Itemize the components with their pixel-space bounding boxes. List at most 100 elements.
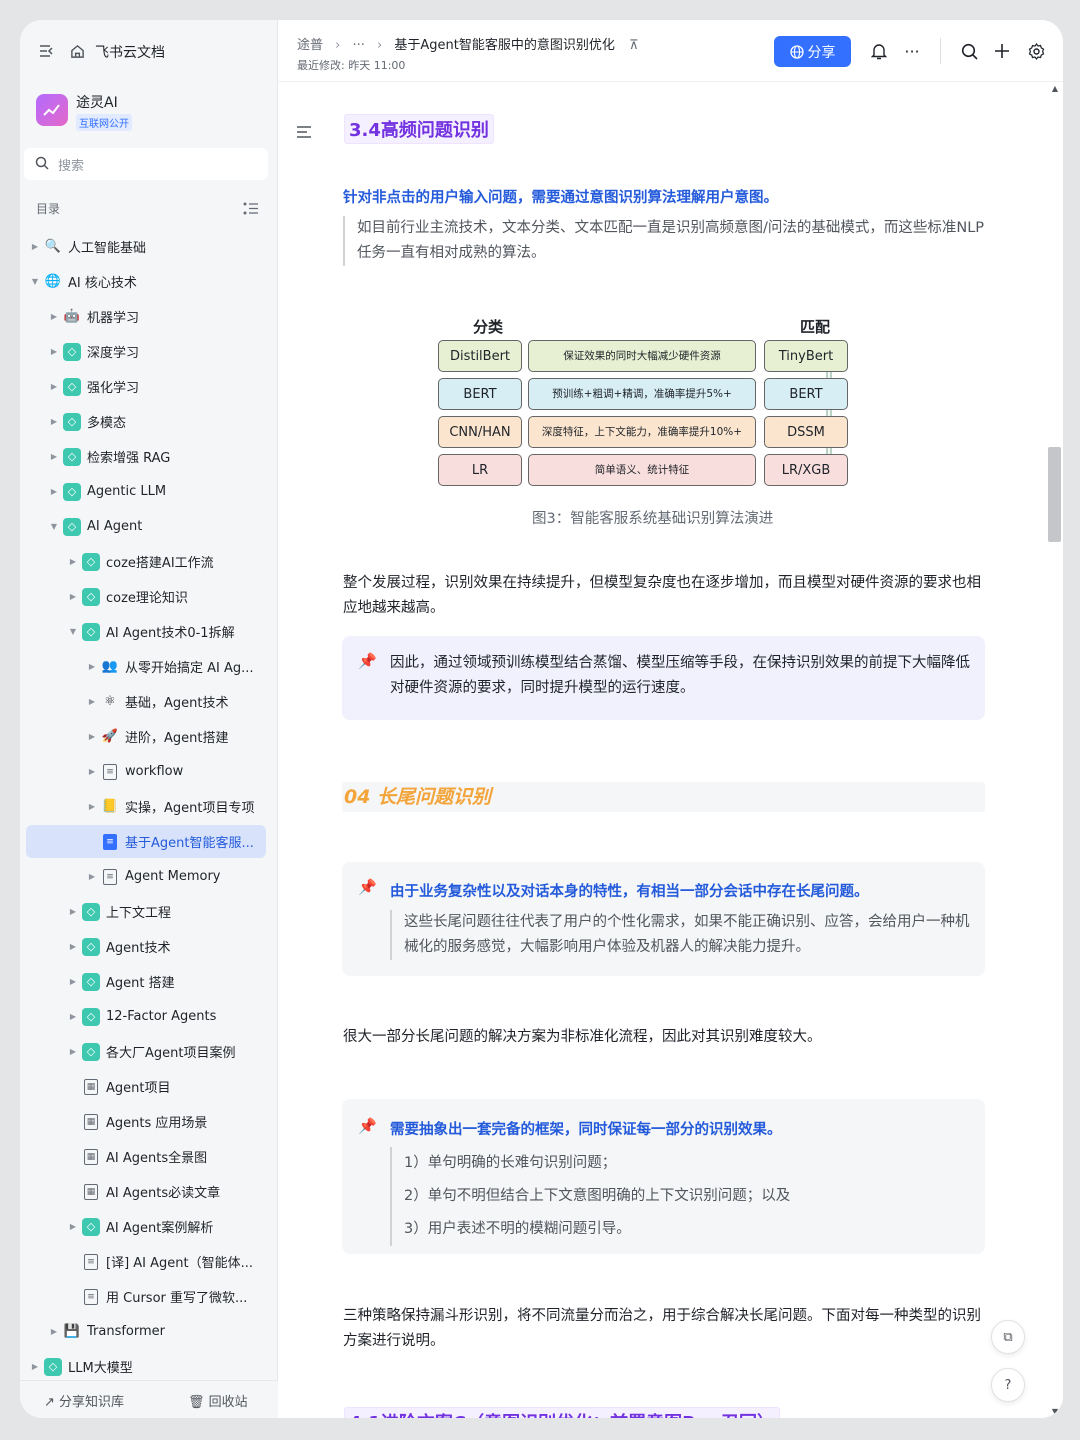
sidebar-item[interactable]: ▼ 🌐 AI 核心技术 [26, 265, 266, 298]
sidebar-item-label: coze搭建AI工作流 [106, 556, 214, 571]
expand-arrow-icon[interactable]: ▶ [49, 487, 59, 496]
plus-icon[interactable] [991, 40, 1013, 62]
sidebar-item[interactable]: ▦ AI Agents全景图 [26, 1140, 266, 1173]
expand-arrow-icon[interactable]: ▶ [87, 732, 97, 741]
expand-arrow-icon[interactable]: ▶ [68, 942, 78, 951]
search-icon[interactable] [958, 40, 980, 62]
copy-link-icon[interactable]: ⧉ [991, 1320, 1025, 1354]
sidebar-item[interactable]: ▶ ◇ 上下文工程 [26, 895, 266, 928]
diagram-box-left: CNN/HAN [438, 416, 522, 448]
doc-icon: ≡ [103, 763, 117, 780]
sidebar-item-label: 检索增强 RAG [87, 451, 171, 466]
expand-arrow-icon[interactable]: ▶ [68, 1012, 78, 1021]
expand-arrow-icon[interactable]: ▶ [49, 1327, 59, 1336]
breadcrumb-more[interactable]: ··· [353, 38, 365, 53]
home-link[interactable]: 飞书云文档 [95, 42, 165, 62]
kb-logo-icon [36, 94, 68, 126]
scroll-down-icon[interactable]: ▼ [1052, 1407, 1058, 1416]
scroll-up-icon[interactable]: ▲ [1052, 84, 1058, 93]
sidebar-item[interactable]: ▶ ◇ coze搭建AI工作流 [26, 545, 266, 578]
collapse-arrow-icon[interactable]: ▼ [68, 627, 78, 636]
expand-arrow-icon[interactable]: ▶ [49, 312, 59, 321]
sidebar-item[interactable]: ▦ AI Agents必读文章 [26, 1175, 266, 1208]
knowledge-icon: ◇ [82, 622, 100, 641]
sidebar-item[interactable]: ▶ ≡ Agent Memory [26, 860, 266, 893]
sidebar-item[interactable]: ▶ ≡ workflow [26, 755, 266, 788]
sidebar-item[interactable]: ▶ ◇ coze理论知识 [26, 580, 266, 613]
expand-arrow-icon[interactable]: ▶ [87, 767, 97, 776]
expand-arrow-icon[interactable]: ▶ [49, 417, 59, 426]
expand-arrow-icon[interactable]: ▶ [87, 662, 97, 671]
sidebar-item[interactable]: ▼ ◇ AI Agent [26, 510, 266, 543]
sidebar-item[interactable]: ≡ 用 Cursor 重写了微软... [26, 1280, 266, 1313]
outline-icon[interactable] [294, 122, 314, 142]
expand-arrow-icon[interactable]: ▶ [49, 347, 59, 356]
note-icon: 📒 [101, 799, 119, 814]
expand-arrow-icon[interactable]: ▶ [68, 1222, 78, 1231]
doc-header: 途普 › ··· › 基于Agent智能客服中的意图识别优化 ⊼ 最近修改: 昨… [278, 20, 1063, 82]
sidebar-item[interactable]: ▼ ◇ AI Agent技术0-1拆解 [26, 615, 266, 648]
collapse-arrow-icon[interactable]: ▼ [49, 522, 59, 531]
sidebar-item[interactable]: ▶ 🔍 人工智能基础 [26, 230, 266, 263]
sidebar-item[interactable]: ▶ ⚛ 基础，Agent技术 [26, 685, 266, 718]
home-icon[interactable] [68, 42, 86, 60]
sidebar-item[interactable]: ▶ ◇ Agent技术 [26, 930, 266, 963]
toc-list-icon[interactable] [242, 200, 258, 216]
knowledge-base-header[interactable]: 途灵AI 互联网公开 [36, 92, 266, 136]
sidebar-item[interactable]: ▶ 💾 Transformer [26, 1315, 266, 1348]
expand-arrow-icon[interactable]: ▶ [87, 872, 97, 881]
sidebar-item[interactable]: ▶ ◇ 深度学习 [26, 335, 266, 368]
sidebar-item[interactable]: ▶ ◇ 多模态 [26, 405, 266, 438]
gear-icon[interactable] [1025, 40, 1047, 62]
sidebar-item[interactable]: ▶ 🤖 机器学习 [26, 300, 266, 333]
sidebar-item-label: AI Agents全景图 [106, 1151, 208, 1166]
sidebar-item-label: 上下文工程 [106, 906, 172, 921]
expand-arrow-icon[interactable]: ▶ [68, 1047, 78, 1056]
sidebar-item[interactable]: ▶ ◇ 强化学习 [26, 370, 266, 403]
expand-arrow-icon[interactable]: ▶ [87, 697, 97, 706]
recycle-bin-button[interactable]: 🗑 回收站 [188, 1391, 248, 1410]
sidebar-item[interactable]: ≡ 基于Agent智能客服... [26, 825, 266, 858]
bell-icon[interactable] [868, 40, 890, 62]
share-kb-button[interactable]: ↗ 分享知识库 [44, 1391, 124, 1410]
sidebar-item[interactable]: ▦ Agent项目 [26, 1070, 266, 1103]
expand-arrow-icon[interactable]: ▶ [30, 242, 40, 251]
scrollbar[interactable]: ▲ ▼ [1043, 82, 1063, 1418]
more-icon[interactable]: ··· [900, 40, 924, 62]
expand-arrow-icon[interactable]: ▶ [49, 382, 59, 391]
help-icon[interactable]: ? [991, 1368, 1025, 1402]
sidebar-search[interactable]: 搜索 [24, 148, 268, 180]
sidebar-item[interactable]: ▶ ◇ 12-Factor Agents [26, 1000, 266, 1033]
sidebar-item-label: 实操，Agent项目专项 [125, 801, 255, 816]
breadcrumb-current[interactable]: 基于Agent智能客服中的意图识别优化 [394, 38, 614, 53]
breadcrumb-root[interactable]: 途普 [297, 38, 323, 53]
sidebar-item[interactable]: ▶ 👥 从零开始搞定 AI Ag... [26, 650, 266, 683]
share-label: 分享 [807, 44, 836, 61]
expand-arrow-icon[interactable]: ▶ [87, 802, 97, 811]
sidebar-item[interactable]: ▶ ◇ Agentic LLM [26, 475, 266, 508]
expand-arrow-icon[interactable]: ▶ [49, 452, 59, 461]
up-arrow-icon [821, 356, 837, 467]
expand-arrow-icon[interactable]: ▶ [68, 557, 78, 566]
sidebar-item[interactable]: ▶ ◇ LLM大模型 [26, 1350, 266, 1378]
collapse-arrow-icon[interactable]: ▼ [30, 277, 40, 286]
expand-arrow-icon[interactable]: ▶ [68, 907, 78, 916]
sidebar-item-label: Agentic LLM [87, 484, 167, 499]
share-button[interactable]: 分享 [774, 36, 851, 67]
sidebar-item[interactable]: ≡ [译] AI Agent（智能体... [26, 1245, 266, 1278]
globe-icon: 🌐 [44, 274, 62, 289]
sidebar-item-label: 从零开始搞定 AI Ag... [125, 661, 254, 676]
sidebar-item[interactable]: ▦ Agents 应用场景 [26, 1105, 266, 1138]
expand-arrow-icon[interactable]: ▶ [68, 592, 78, 601]
sidebar-item[interactable]: ▶ 📒 实操，Agent项目专项 [26, 790, 266, 823]
sidebar-item[interactable]: ▶ ◇ 检索增强 RAG [26, 440, 266, 473]
expand-arrow-icon[interactable]: ▶ [68, 977, 78, 986]
sidebar-item[interactable]: ▶ ◇ 各大厂Agent项目案例 [26, 1035, 266, 1068]
pin-top-icon[interactable]: ⊼ [629, 38, 639, 53]
sidebar-item[interactable]: ▶ ◇ AI Agent案例解析 [26, 1210, 266, 1243]
sidebar-item[interactable]: ▶ ◇ Agent 搭建 [26, 965, 266, 998]
scrollbar-thumb[interactable] [1048, 447, 1061, 542]
collapse-sidebar-icon[interactable] [38, 42, 56, 60]
expand-arrow-icon[interactable]: ▶ [30, 1362, 40, 1371]
sidebar-item[interactable]: ▶ 🚀 进阶，Agent搭建 [26, 720, 266, 753]
